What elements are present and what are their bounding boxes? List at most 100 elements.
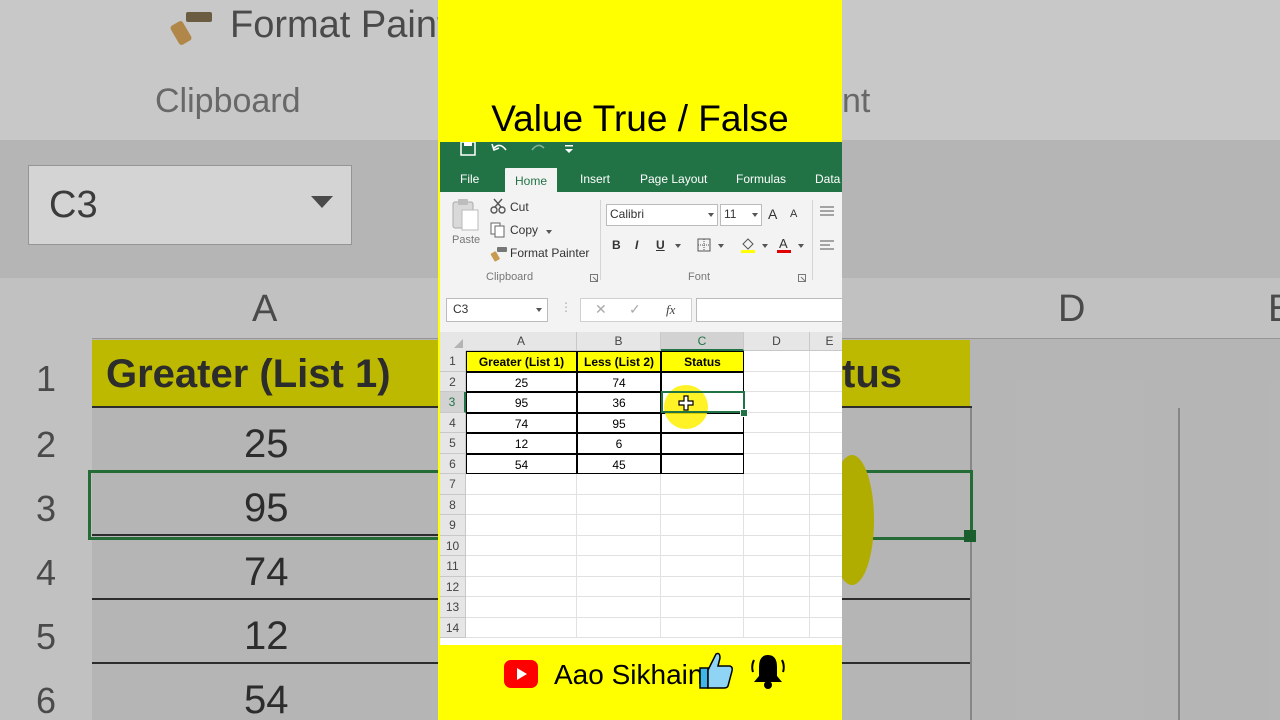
tab-file[interactable]: File — [460, 172, 479, 186]
borders-dropdown-icon[interactable] — [718, 244, 724, 248]
font-name-select[interactable]: Calibri — [606, 204, 718, 226]
column-header-b[interactable]: B — [577, 332, 661, 351]
row-header-14[interactable]: 14 — [440, 617, 466, 638]
cell-d10[interactable] — [744, 535, 810, 556]
cell-a13[interactable] — [466, 597, 577, 618]
paste-button[interactable]: Paste — [450, 198, 482, 254]
confirm-icon[interactable]: ✓ — [629, 301, 641, 318]
cell-d3[interactable] — [744, 392, 810, 413]
cell-e8[interactable] — [810, 495, 842, 515]
cell-e12[interactable] — [810, 577, 842, 597]
row-header-9[interactable]: 9 — [440, 515, 466, 536]
cell-b10[interactable] — [577, 535, 661, 556]
cell-a10[interactable] — [466, 535, 577, 556]
underline-button[interactable]: U — [656, 238, 665, 252]
cell-a12[interactable] — [466, 576, 577, 597]
cell-b7[interactable] — [577, 474, 661, 495]
cell-b6[interactable]: 45 — [577, 453, 661, 474]
row-header-1[interactable]: 1 — [440, 351, 466, 372]
cell-d2[interactable] — [744, 371, 810, 392]
column-header-e[interactable]: E — [810, 332, 842, 351]
row-header-6[interactable]: 6 — [440, 453, 466, 474]
cell-e13[interactable] — [810, 597, 842, 618]
cell-d13[interactable] — [744, 597, 810, 618]
cell-b12[interactable] — [577, 576, 661, 597]
cell-c11[interactable] — [661, 556, 744, 577]
bold-button[interactable]: B — [612, 238, 621, 252]
formula-input[interactable] — [696, 298, 842, 322]
cell-e1[interactable] — [810, 351, 842, 372]
cell-a4[interactable]: 74 — [466, 412, 577, 433]
cell-d4[interactable] — [744, 412, 810, 433]
row-header-13[interactable]: 13 — [440, 597, 466, 618]
row-header-10[interactable]: 10 — [440, 535, 466, 556]
row-header-4[interactable]: 4 — [440, 412, 466, 433]
cell-b2[interactable]: 74 — [577, 371, 661, 392]
cell-c10[interactable] — [661, 535, 744, 556]
row-header-7[interactable]: 7 — [440, 474, 466, 495]
cell-d5[interactable] — [744, 433, 810, 454]
row-header-2[interactable]: 2 — [440, 371, 466, 392]
copy-dropdown-icon[interactable] — [546, 230, 552, 234]
cell-c8[interactable] — [661, 494, 744, 515]
cell-b14[interactable] — [577, 617, 661, 638]
row-header-3[interactable]: 3 — [440, 392, 466, 413]
tab-page-layout[interactable]: Page Layout — [640, 172, 707, 186]
cell-e3[interactable] — [810, 392, 842, 413]
cell-e11[interactable] — [810, 556, 842, 577]
cell-c9[interactable] — [661, 515, 744, 536]
tab-home[interactable]: Home — [505, 168, 558, 192]
cell-c1[interactable]: Status — [661, 351, 744, 372]
cancel-icon[interactable]: ✕ — [595, 301, 607, 318]
cell-c7[interactable] — [661, 474, 744, 495]
cell-a8[interactable] — [466, 494, 577, 515]
cell-e6[interactable] — [810, 454, 842, 474]
select-all-button[interactable] — [440, 332, 467, 352]
align-left-icon[interactable] — [820, 240, 834, 250]
cell-a3[interactable]: 95 — [466, 392, 577, 413]
cell-a5[interactable]: 12 — [466, 433, 577, 454]
row-header-8[interactable]: 8 — [440, 494, 466, 515]
cell-d11[interactable] — [744, 556, 810, 577]
fill-color-icon[interactable] — [740, 236, 756, 254]
cell-d6[interactable] — [744, 453, 810, 474]
align-top-icon[interactable] — [820, 206, 834, 216]
cell-a2[interactable]: 25 — [466, 371, 577, 392]
row-header-12[interactable]: 12 — [440, 576, 466, 597]
cell-c6[interactable] — [661, 453, 744, 474]
cell-e7[interactable] — [810, 474, 842, 495]
font-size-select[interactable]: 11 — [720, 204, 762, 226]
customize-qat-icon[interactable] — [564, 144, 574, 154]
fill-handle[interactable] — [740, 408, 748, 417]
cell-b9[interactable] — [577, 515, 661, 536]
cell-a9[interactable] — [466, 515, 577, 536]
cell-b13[interactable] — [577, 597, 661, 618]
cell-d14[interactable] — [744, 617, 810, 638]
cell-a11[interactable] — [466, 556, 577, 577]
cell-b4[interactable]: 95 — [577, 412, 661, 433]
tab-data[interactable]: Data — [815, 172, 840, 186]
copy-label[interactable]: Copy — [510, 223, 538, 237]
save-icon[interactable] — [460, 142, 476, 156]
cell-a6[interactable]: 54 — [466, 453, 577, 474]
cell-d8[interactable] — [744, 494, 810, 515]
cell-d1[interactable] — [744, 351, 810, 372]
cell-e14[interactable] — [810, 618, 842, 638]
cell-d9[interactable] — [744, 515, 810, 536]
undo-icon[interactable] — [490, 142, 510, 156]
cell-e5[interactable] — [810, 433, 842, 454]
cut-icon[interactable] — [490, 198, 506, 214]
cell-a7[interactable] — [466, 474, 577, 495]
cell-a14[interactable] — [466, 617, 577, 638]
cell-e10[interactable] — [810, 536, 842, 556]
cell-b1[interactable]: Less (List 2) — [577, 351, 661, 372]
cell-c5[interactable] — [661, 433, 744, 454]
cell-c12[interactable] — [661, 576, 744, 597]
tab-insert[interactable]: Insert — [580, 172, 610, 186]
format-painter-icon[interactable] — [490, 246, 508, 262]
cell-b5[interactable]: 6 — [577, 433, 661, 454]
clipboard-launcher-icon[interactable] — [590, 274, 598, 282]
row-header-5[interactable]: 5 — [440, 433, 466, 454]
row-header-11[interactable]: 11 — [440, 556, 466, 577]
column-header-a[interactable]: A — [466, 332, 577, 351]
